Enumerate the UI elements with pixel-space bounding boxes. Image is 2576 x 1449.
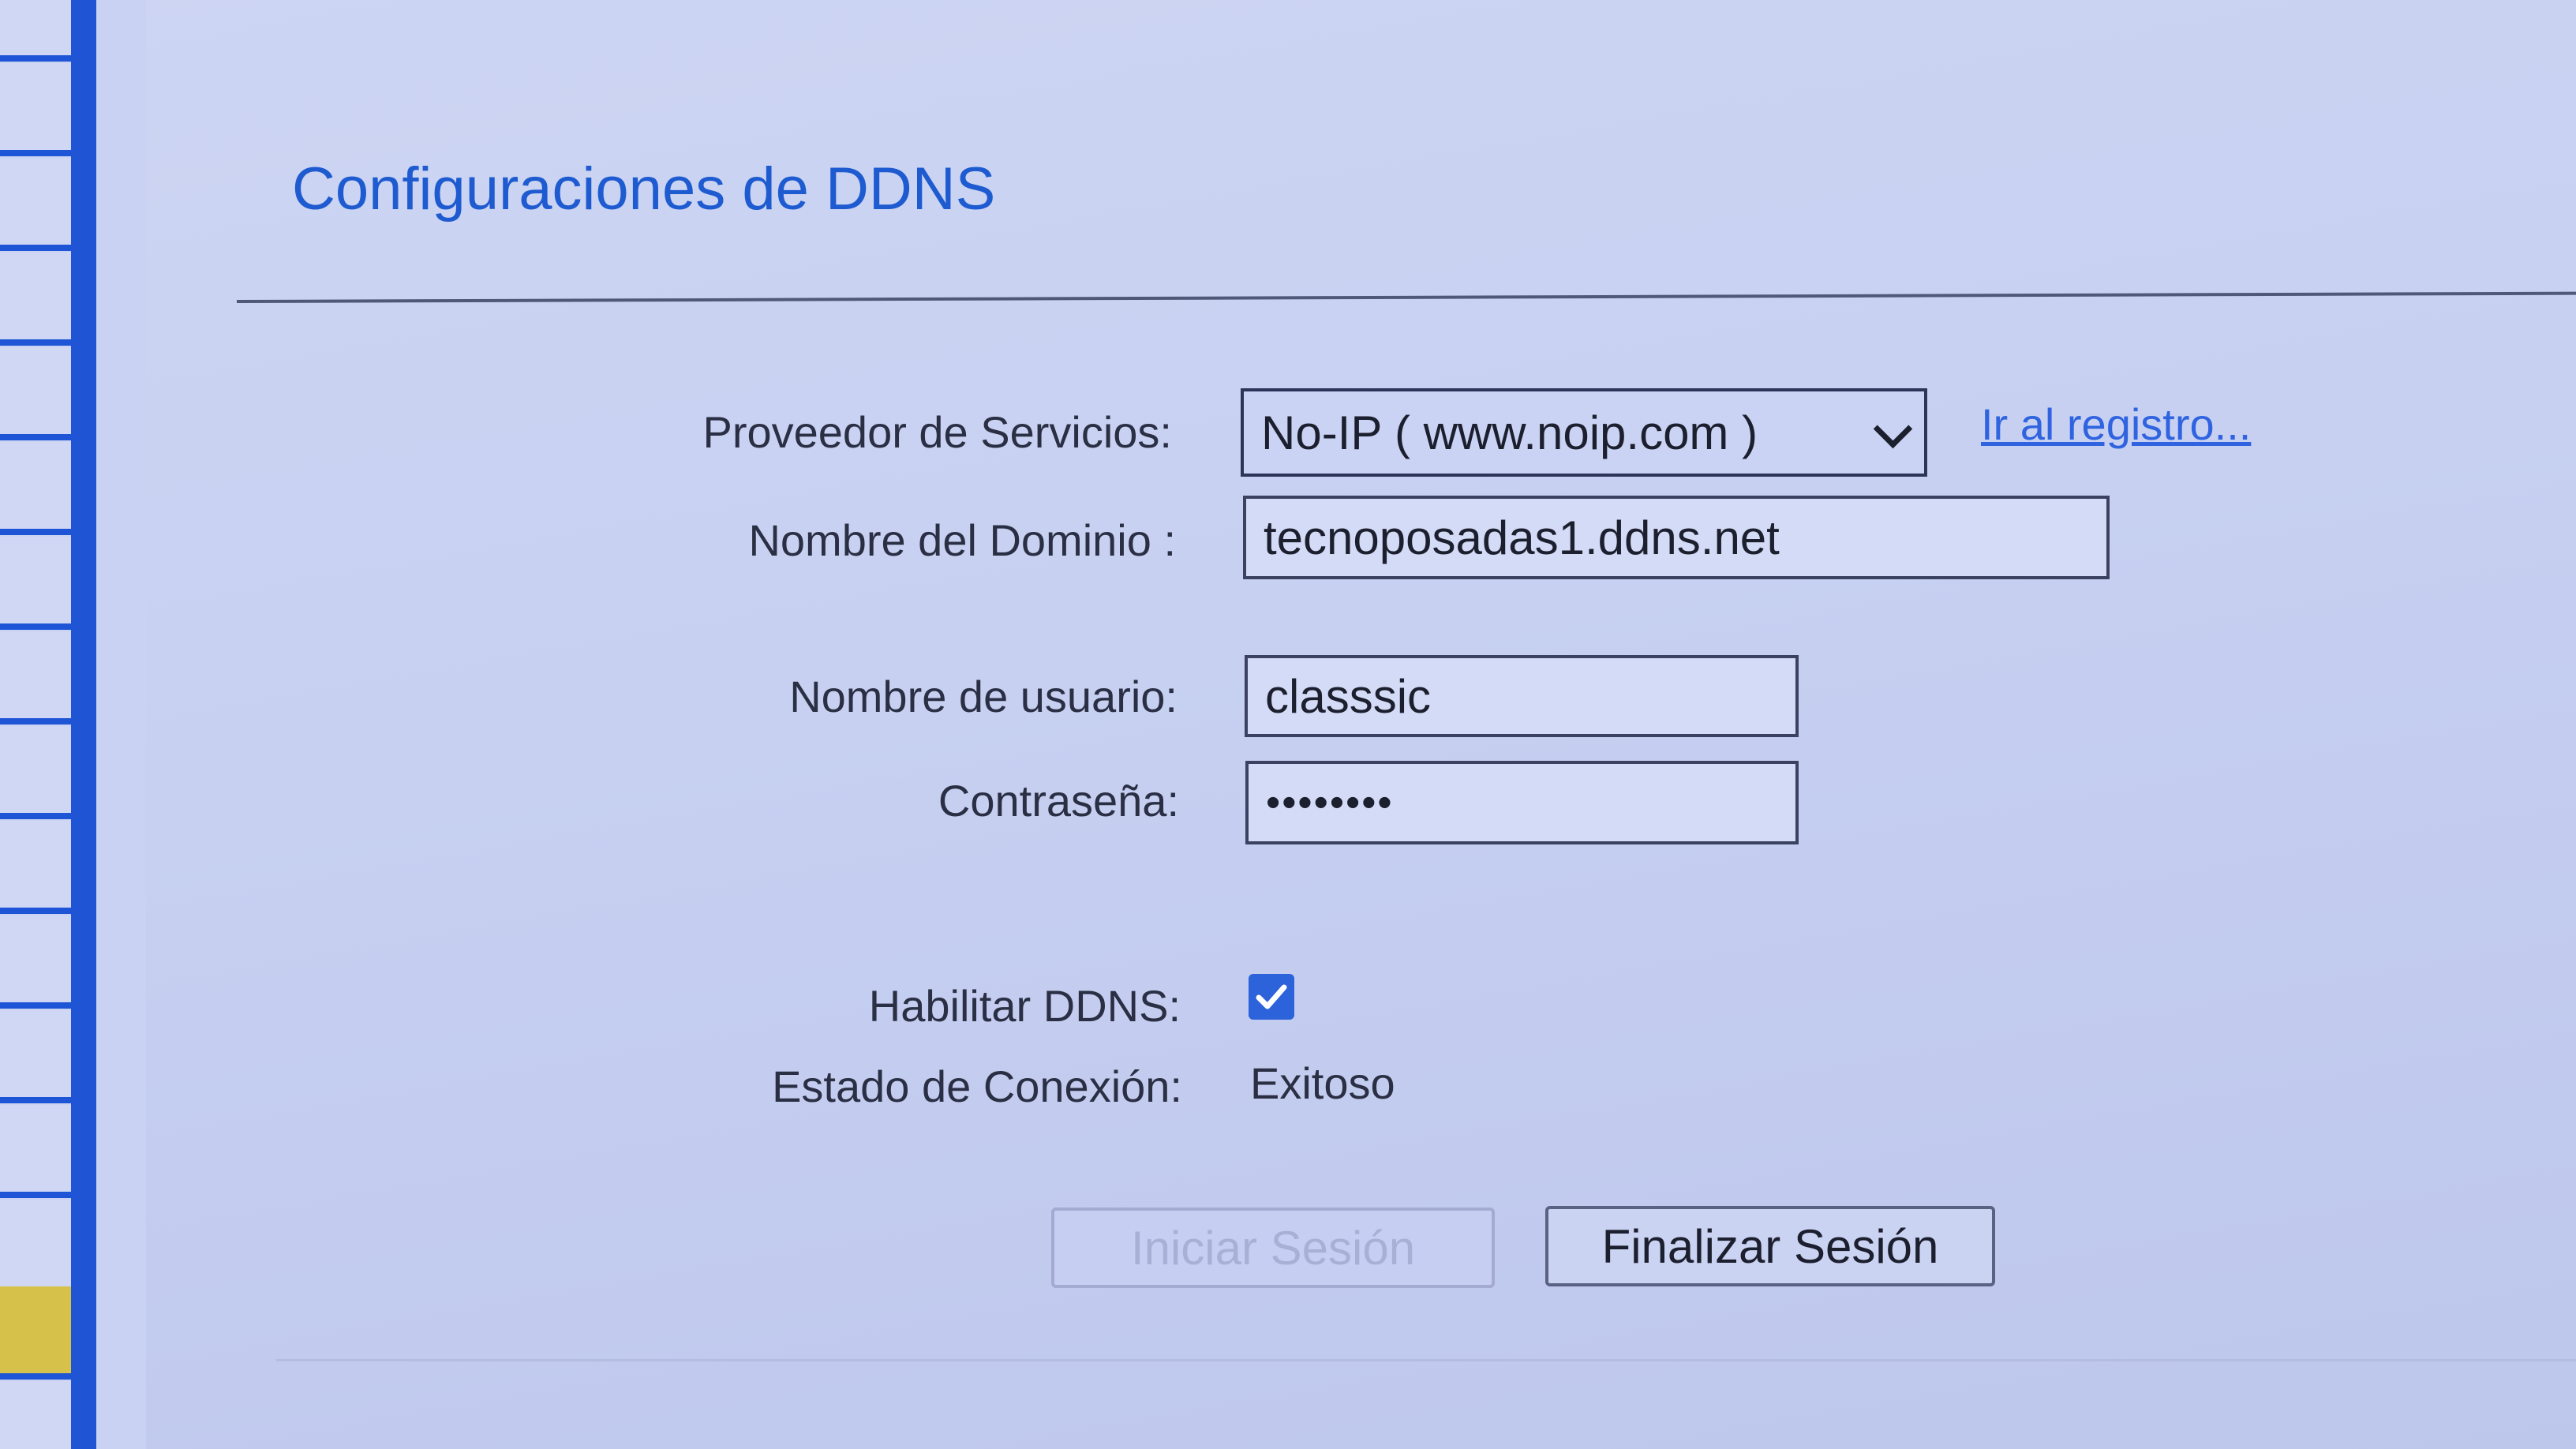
sidebar-item[interactable] xyxy=(0,915,75,1009)
sidebar-item-ddns-active[interactable] xyxy=(0,1286,75,1380)
connection-status-label: Estado de Conexión: xyxy=(772,1061,1182,1111)
sidebar-item[interactable] xyxy=(0,1105,75,1198)
sidebar-item[interactable] xyxy=(0,347,75,440)
checkmark-icon xyxy=(1256,984,1287,1009)
chevron-down-icon xyxy=(1873,409,1913,449)
connection-status-value: Exitoso xyxy=(1250,1058,1395,1108)
username-label: Nombre de usuario: xyxy=(789,672,1178,721)
ddns-settings-screen: Configuraciones de DDNS Proveedor de Ser… xyxy=(0,0,2576,1449)
page-title: Configuraciones de DDNS xyxy=(292,155,996,223)
logout-button[interactable]: Finalizar Sesión xyxy=(1545,1206,1995,1286)
sidebar-divider-bar xyxy=(71,0,96,1449)
password-label: Contraseña: xyxy=(938,776,1179,826)
sidebar-item[interactable] xyxy=(0,726,75,819)
password-input[interactable]: •••••••• xyxy=(1245,761,1799,844)
provider-select[interactable]: No-IP ( www.noip.com ) xyxy=(1241,388,1927,477)
enable-ddns-checkbox[interactable] xyxy=(1249,974,1294,1020)
bottom-divider xyxy=(276,1359,2576,1361)
register-link[interactable]: Ir al registro... xyxy=(1981,399,2251,450)
provider-label: Proveedor de Servicios: xyxy=(702,407,1172,457)
login-button[interactable]: Iniciar Sesión xyxy=(1051,1208,1495,1288)
sidebar-item[interactable] xyxy=(0,0,75,62)
sidebar-item[interactable] xyxy=(0,158,75,251)
sidebar-item[interactable] xyxy=(0,1010,75,1103)
enable-ddns-label: Habilitar DDNS: xyxy=(868,981,1181,1031)
sidebar-item[interactable] xyxy=(0,442,75,535)
sidebar-item[interactable] xyxy=(0,63,75,156)
provider-select-value: No-IP ( www.noip.com ) xyxy=(1261,406,1758,459)
title-divider xyxy=(236,291,2576,303)
username-input[interactable]: classsic xyxy=(1245,655,1799,737)
sidebar-item[interactable] xyxy=(0,821,75,914)
domain-input[interactable]: tecnoposadas1.ddns.net xyxy=(1243,496,2110,579)
sidebar-item[interactable] xyxy=(0,1381,75,1449)
sidebar-item[interactable] xyxy=(0,631,75,724)
domain-label: Nombre del Dominio : xyxy=(748,515,1176,565)
sidebar-item[interactable] xyxy=(0,1200,75,1293)
sidebar-item[interactable] xyxy=(0,537,75,630)
sidebar-item[interactable] xyxy=(0,253,75,346)
